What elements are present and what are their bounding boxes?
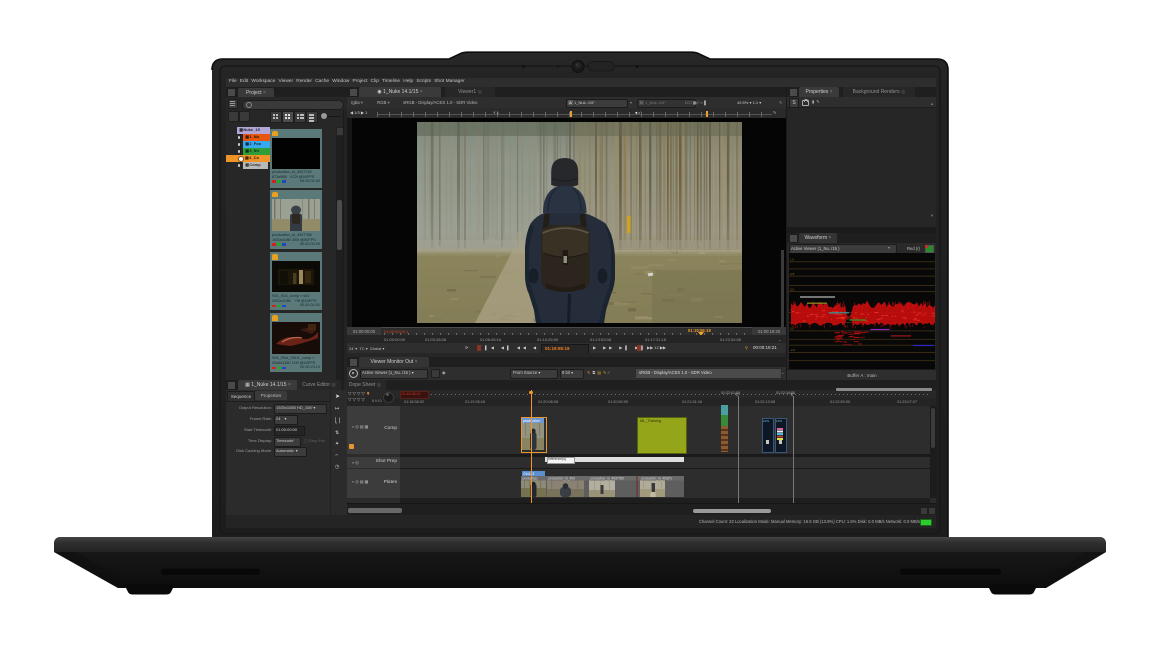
svg-text:production_id_4937760: production_id_4937760 bbox=[591, 476, 625, 480]
svg-text:-0.2: -0.2 bbox=[790, 348, 796, 352]
svg-text:production_id_493: production_id_493 bbox=[549, 476, 575, 480]
svg-text:0.0: 0.0 bbox=[790, 327, 795, 331]
svg-text:production_id_493(?): production_id_493(?) bbox=[642, 476, 672, 480]
svg-text:0.6: 0.6 bbox=[790, 287, 795, 291]
svg-text:1.0: 1.0 bbox=[790, 258, 795, 262]
svg-text:0.8: 0.8 bbox=[790, 272, 795, 276]
